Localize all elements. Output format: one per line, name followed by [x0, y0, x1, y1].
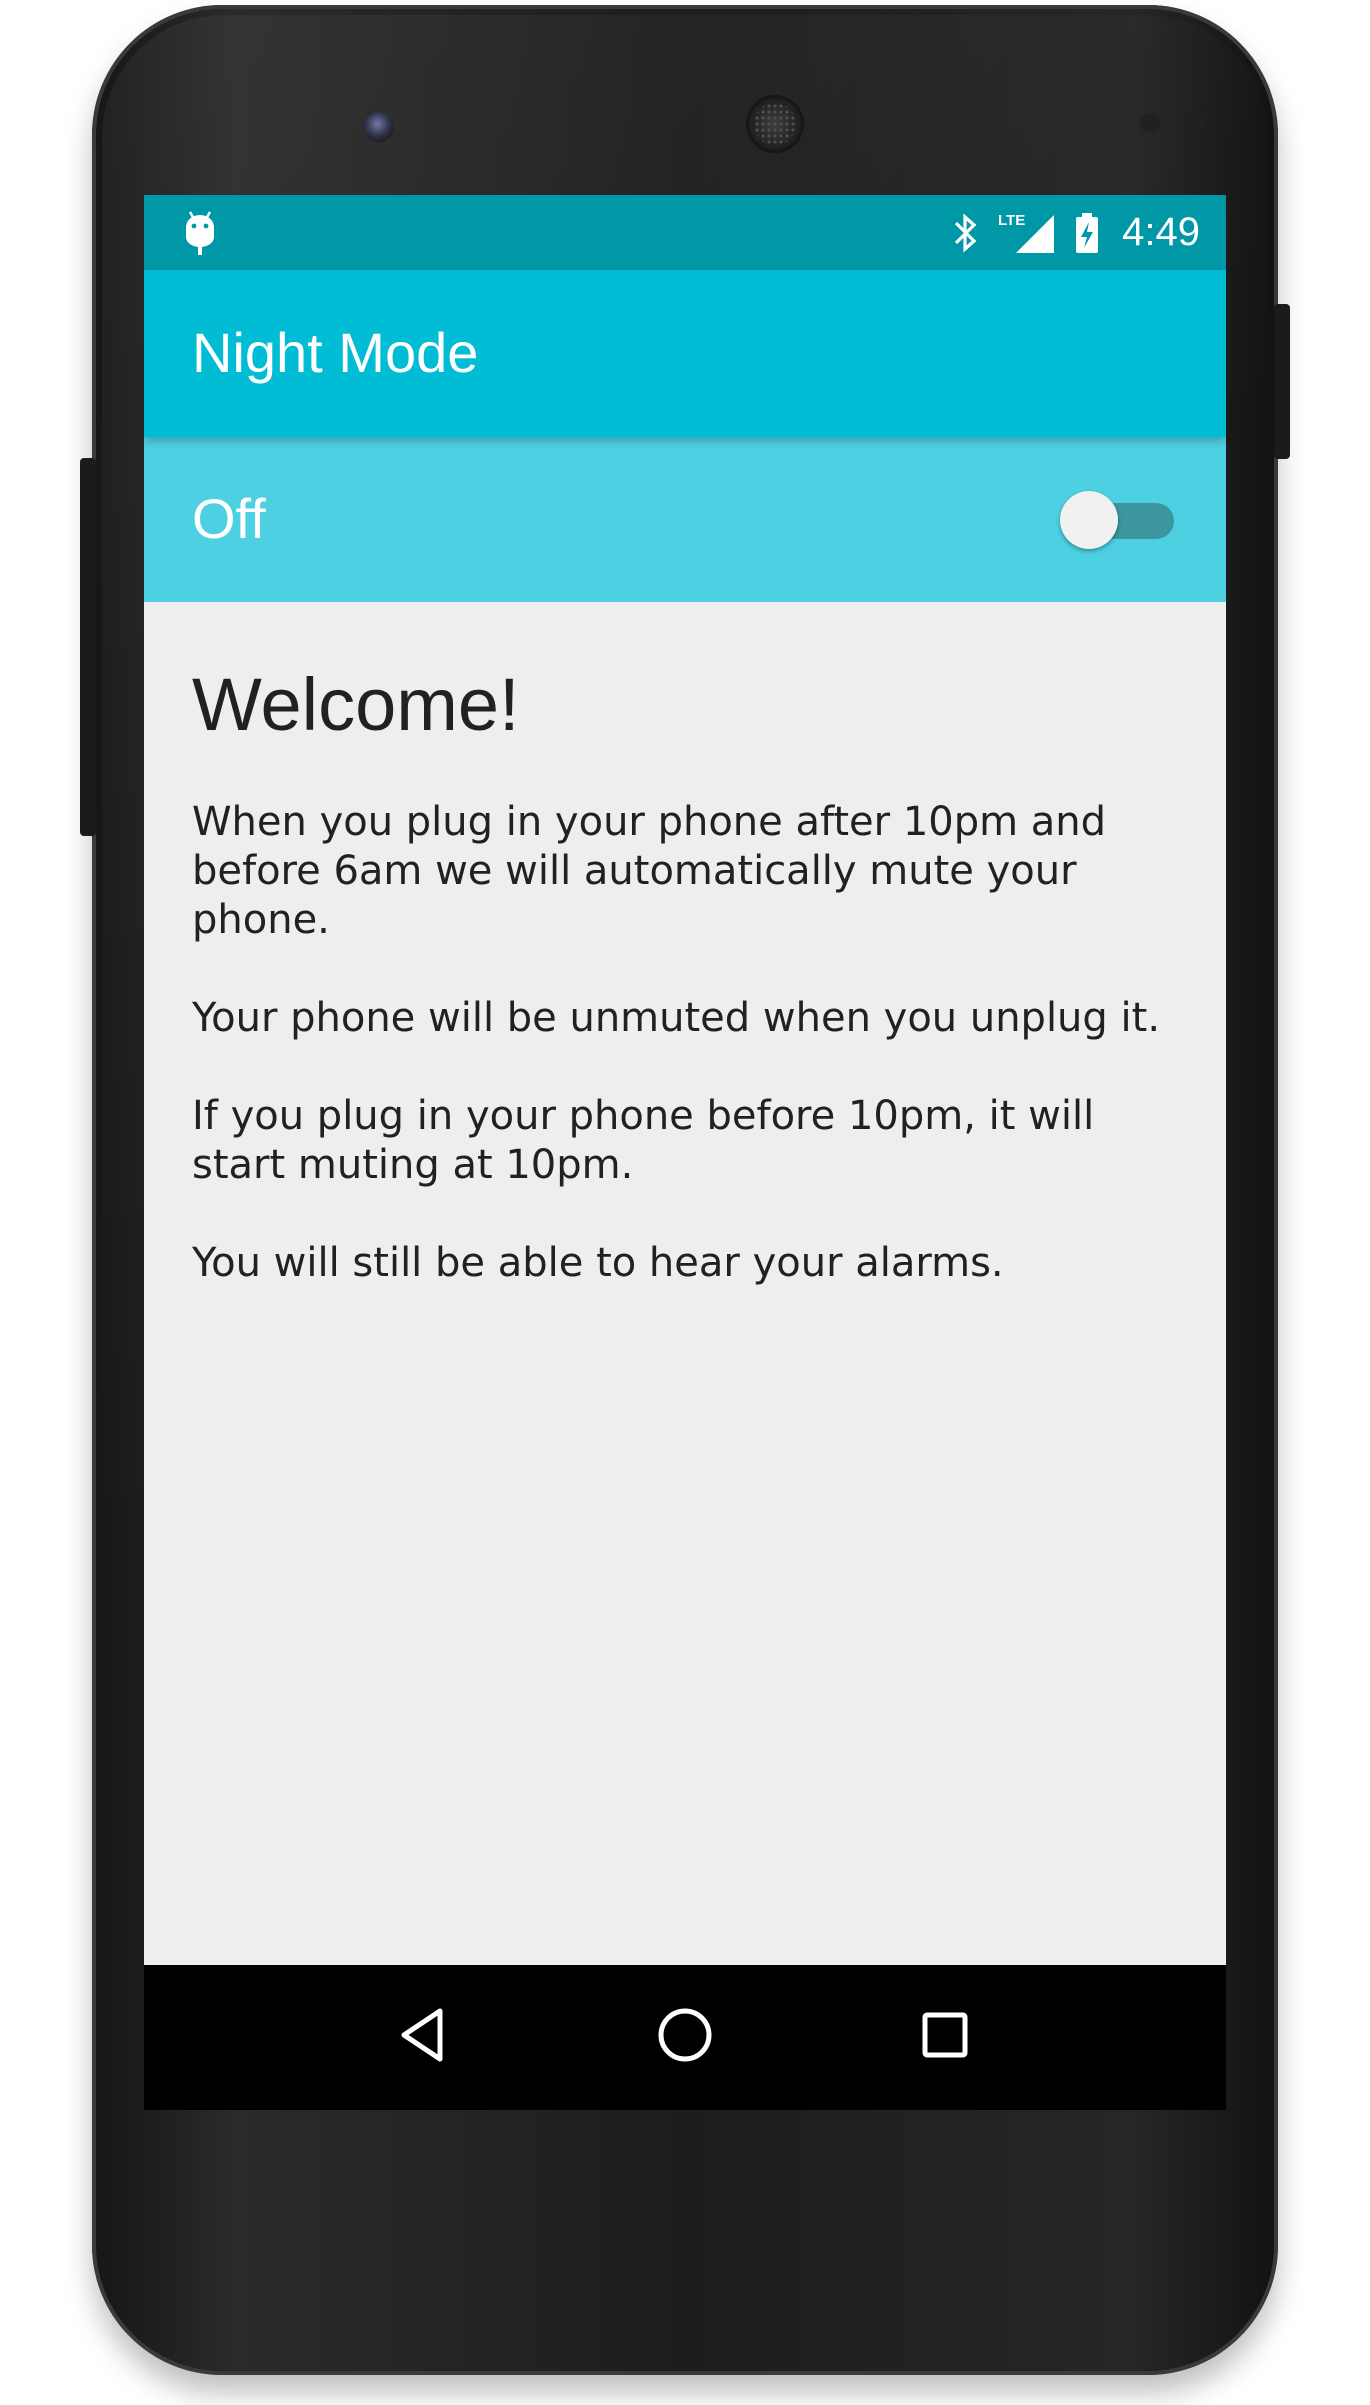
- light-sensor: [1184, 113, 1204, 133]
- info-paragraph: You will still be able to hear your alar…: [192, 1240, 1004, 1286]
- app-bar: Night Mode: [144, 270, 1226, 437]
- switch-thumb[interactable]: [1060, 491, 1118, 549]
- toggle-state-label: Off: [192, 487, 266, 550]
- app-title: Night Mode: [192, 321, 479, 384]
- info-paragraph: When you plug in your phone after 10pm a…: [192, 799, 1107, 943]
- screen: LTE 4:49 Night Mode Off Welcome! When yo…: [144, 195, 1226, 2110]
- front-camera: [364, 112, 394, 142]
- home-button[interactable]: [645, 1997, 725, 2077]
- power-button: [1274, 304, 1290, 459]
- volume-button: [80, 458, 96, 836]
- proximity-sensor: [1140, 113, 1160, 133]
- status-bar: LTE 4:49: [144, 195, 1226, 270]
- lte-label: LTE: [998, 212, 1025, 229]
- night-mode-switch[interactable]: [1060, 489, 1180, 549]
- status-time: 4:49: [1122, 210, 1200, 254]
- home-circle-icon: [653, 2003, 717, 2071]
- recents-square-icon: [913, 2003, 977, 2071]
- bluetooth-icon: [952, 211, 980, 255]
- lte-signal-icon: LTE: [998, 211, 1056, 255]
- recents-button[interactable]: [905, 1997, 985, 2077]
- back-button[interactable]: [384, 1997, 464, 2077]
- welcome-heading: Welcome!: [192, 663, 520, 746]
- info-paragraph: Your phone will be unmuted when you unpl…: [192, 995, 1161, 1041]
- battery-charging-icon: [1074, 211, 1100, 255]
- welcome-content: Welcome! When you plug in your phone aft…: [192, 602, 1192, 1288]
- android-debug-icon: [180, 209, 220, 257]
- back-triangle-icon: [392, 2003, 456, 2071]
- speaker-grille: [746, 95, 804, 153]
- status-icons: LTE 4:49: [934, 195, 1200, 270]
- navigation-bar: [144, 1965, 1226, 2110]
- info-paragraph: If you plug in your phone before 10pm, i…: [192, 1093, 1095, 1188]
- night-mode-toggle-bar: Off: [144, 437, 1226, 602]
